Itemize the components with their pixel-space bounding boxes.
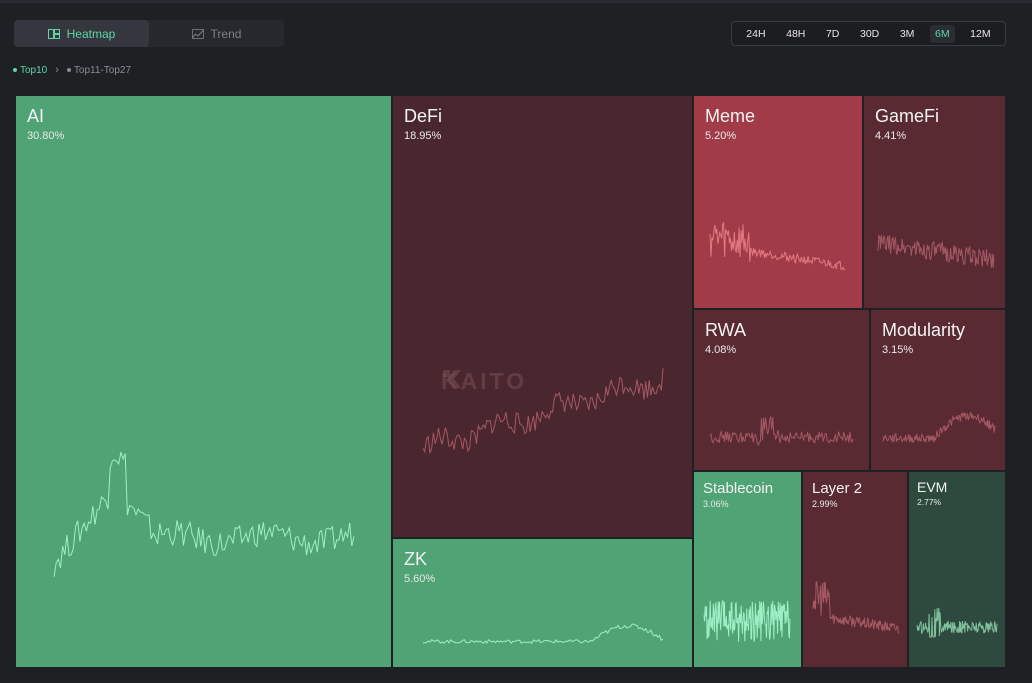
tile-percent: 4.41% xyxy=(875,130,907,142)
tile-evm[interactable]: EVM 2.77% xyxy=(908,471,1006,668)
tile-name: DeFi xyxy=(404,106,443,126)
tile-rwa[interactable]: RWA 4.08% xyxy=(693,309,870,471)
tile-name: AI xyxy=(27,106,45,126)
meme-sparkline xyxy=(709,222,846,271)
tile-name: RWA xyxy=(705,320,747,340)
tile-ai[interactable]: AI 30.80% xyxy=(15,95,392,668)
tab-trend[interactable]: Trend xyxy=(149,20,284,47)
tile-stablecoin[interactable]: Stablecoin 3.06% xyxy=(693,471,802,668)
tile-name: Layer 2 xyxy=(812,480,863,497)
tile-percent: 4.08% xyxy=(705,344,737,356)
tile-zk[interactable]: ZK 5.60% xyxy=(392,538,693,668)
rwa-sparkline-path xyxy=(709,416,854,447)
ai-sparkline xyxy=(53,451,355,577)
range-24h[interactable]: 24H xyxy=(741,25,770,43)
tile-defi[interactable]: KAITO DeFi 18.95% xyxy=(392,95,693,538)
layer2-sparkline-path xyxy=(812,581,900,634)
modularity-sparkline-path xyxy=(882,412,996,444)
active-dot-icon xyxy=(13,68,17,72)
tab-heatmap[interactable]: Heatmap xyxy=(14,20,149,47)
tile-percent: 3.06% xyxy=(703,499,729,509)
tile-name: ZK xyxy=(404,549,428,569)
time-range-selector: 24H 48H 7D 30D 3M 6M 12M xyxy=(731,21,1006,46)
tile-name: EVM xyxy=(917,479,948,495)
zk-sparkline-path xyxy=(422,623,664,645)
heatmap: AI 30.80% KAITO DeFi 18.95% ZK 5.60% Mem… xyxy=(15,95,1006,668)
inactive-dot-icon xyxy=(66,68,71,72)
tab-trend-label: Trend xyxy=(210,26,242,41)
breadcrumb-top10[interactable]: Top10 xyxy=(20,65,47,76)
tile-percent: 3.15% xyxy=(882,344,914,356)
tile-name: Stablecoin xyxy=(703,480,774,497)
tile-percent: 2.77% xyxy=(917,497,942,507)
meme-sparkline-path xyxy=(709,222,846,271)
tile-percent: 5.20% xyxy=(705,130,737,142)
ai-sparkline-path xyxy=(53,451,355,577)
gamefi-sparkline-path xyxy=(877,233,995,268)
gamefi-sparkline xyxy=(877,233,995,268)
top-border xyxy=(0,0,1032,3)
range-12m[interactable]: 12M xyxy=(965,25,995,43)
breadcrumb: Top10 › Top11-Top27 xyxy=(13,64,131,76)
range-3m[interactable]: 3M xyxy=(895,25,920,43)
stablecoin-sparkline-path xyxy=(703,600,791,642)
range-48h[interactable]: 48H xyxy=(781,25,810,43)
tile-percent: 30.80% xyxy=(27,130,65,142)
tile-layer2[interactable]: Layer 2 2.99% xyxy=(802,471,908,668)
tile-percent: 2.99% xyxy=(812,499,838,509)
defi-sparkline xyxy=(422,368,664,455)
tile-name: Modularity xyxy=(882,320,966,340)
range-6m[interactable]: 6M xyxy=(930,24,955,43)
tile-name: GameFi xyxy=(875,106,940,126)
chevron-right-icon: › xyxy=(55,64,59,76)
tile-percent: 18.95% xyxy=(404,130,442,142)
tile-name: Meme xyxy=(705,106,756,126)
tile-gamefi[interactable]: GameFi 4.41% xyxy=(863,95,1006,309)
breadcrumb-top11-27[interactable]: Top11-Top27 xyxy=(74,65,131,76)
trend-icon xyxy=(191,28,204,39)
range-7d[interactable]: 7D xyxy=(821,25,844,43)
range-30d[interactable]: 30D xyxy=(855,25,884,43)
tile-modularity[interactable]: Modularity 3.15% xyxy=(870,309,1006,471)
view-tabs: Heatmap Trend xyxy=(14,20,284,47)
tile-meme[interactable]: Meme 5.20% xyxy=(693,95,863,309)
defi-sparkline-path xyxy=(422,368,664,455)
evm-sparkline-path xyxy=(916,607,998,638)
tile-percent: 5.60% xyxy=(404,573,436,585)
tab-heatmap-label: Heatmap xyxy=(66,26,116,41)
heatmap-icon xyxy=(47,28,60,39)
zk-sparkline xyxy=(422,623,664,645)
